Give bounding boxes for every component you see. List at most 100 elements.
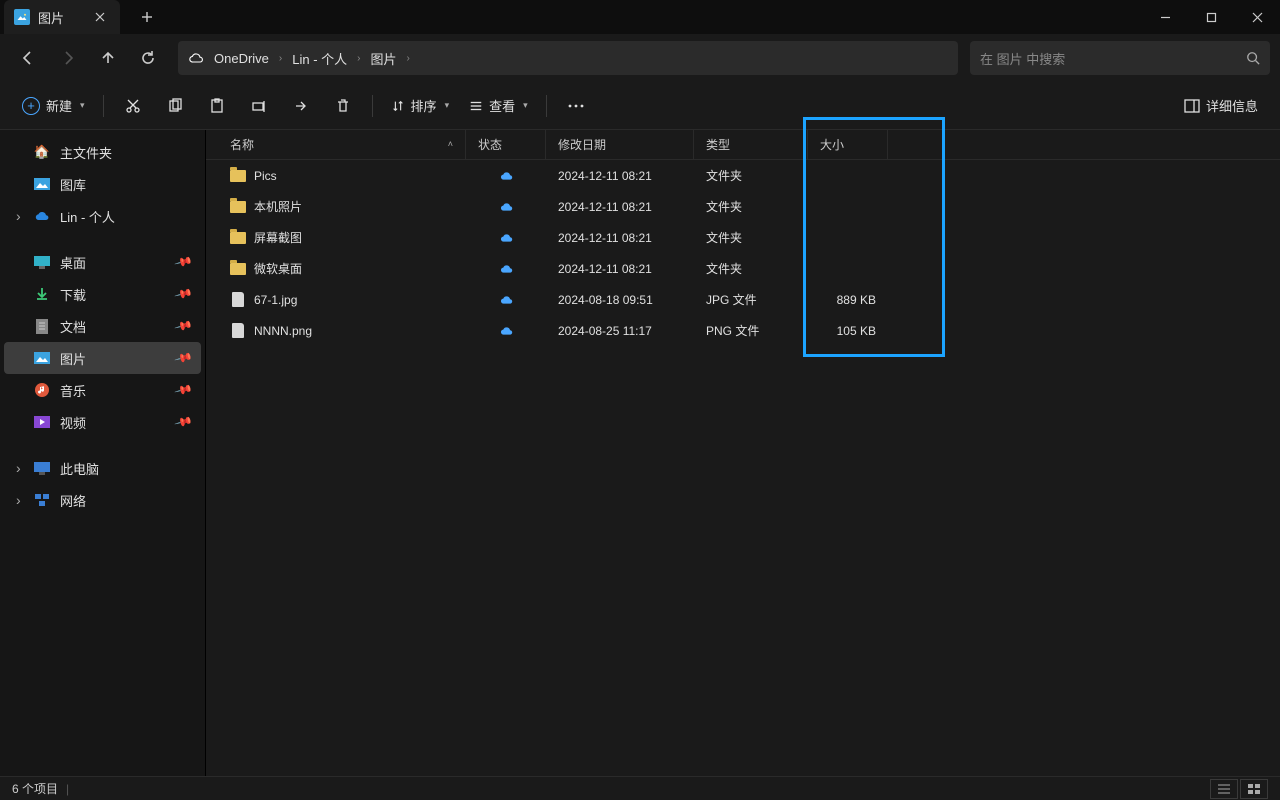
file-type-cell: 文件夹 [694,191,808,222]
sidebar-lin-personal[interactable]: Lin - 个人 [4,200,201,232]
breadcrumb-item[interactable]: Lin - 个人 [288,47,351,70]
search-placeholder: 在 图片 中搜索 [980,49,1246,68]
breadcrumb-item[interactable]: 图片 [367,47,401,70]
file-row[interactable]: NNNN.png2024-08-25 11:17PNG 文件105 KB [206,315,1280,346]
breadcrumb-item[interactable]: OneDrive [210,49,273,68]
sidebar: 🏠主文件夹 图库 Lin - 个人 桌面📌 下载📌 文档📌 图片📌 音乐📌 视频… [0,130,206,776]
file-size-cell [808,222,888,253]
sort-label: 排序 [411,96,437,115]
pin-icon: 📌 [174,316,194,336]
cloud-status-icon [499,264,514,274]
delete-button[interactable] [324,89,362,123]
new-tab-button[interactable] [130,0,164,34]
up-button[interactable] [90,40,126,76]
pin-icon: 📌 [174,252,194,272]
file-status-cell [466,315,546,346]
main-area: 🏠主文件夹 图库 Lin - 个人 桌面📌 下载📌 文档📌 图片📌 音乐📌 视频… [0,130,1280,776]
file-name-cell: Pics [206,160,466,191]
sort-button[interactable]: 排序 ▾ [383,89,458,123]
maximize-button[interactable] [1188,0,1234,34]
column-headers: 名称˄ 状态 修改日期 类型 大小 [206,130,1280,160]
file-status-cell [466,253,546,284]
file-row[interactable]: 67-1.jpg2024-08-18 09:51JPG 文件889 KB [206,284,1280,315]
file-row[interactable]: 屏幕截图2024-12-11 08:21文件夹 [206,222,1280,253]
view-button[interactable]: 查看 ▾ [461,89,536,123]
file-date-cell: 2024-08-18 09:51 [546,284,694,315]
sidebar-pictures[interactable]: 图片📌 [4,342,201,374]
new-label: 新建 [46,96,72,115]
rename-button[interactable] [240,89,278,123]
file-date-cell: 2024-12-11 08:21 [546,253,694,284]
column-status[interactable]: 状态 [466,130,546,159]
breadcrumb[interactable]: OneDrive › Lin - 个人 › 图片 › [178,41,958,75]
pin-icon: 📌 [174,348,194,368]
pictures-icon [14,9,30,25]
chevron-down-icon: ▾ [80,100,85,111]
file-status-cell [466,284,546,315]
file-row[interactable]: 微软桌面2024-12-11 08:21文件夹 [206,253,1280,284]
sort-indicator-icon: ˄ [448,139,453,149]
toolbar-divider [546,95,547,117]
list-view-toggle[interactable] [1210,779,1238,799]
pc-icon [34,460,50,476]
close-tab-button[interactable] [92,9,108,25]
file-name-cell: NNNN.png [206,315,466,346]
new-button[interactable]: + 新建 ▾ [14,89,93,123]
cloud-icon [188,50,204,66]
cut-button[interactable] [114,89,152,123]
details-pane-button[interactable]: 详细信息 [1176,89,1266,123]
pictures-icon [34,350,50,366]
toolbar: + 新建 ▾ 排序 ▾ 查看 ▾ 详细信息 [0,82,1280,130]
details-pane-icon [1184,99,1200,113]
sidebar-music[interactable]: 音乐📌 [4,374,201,406]
file-row[interactable]: Pics2024-12-11 08:21文件夹 [206,160,1280,191]
cloud-status-icon [499,202,514,212]
cloud-status-icon [499,171,514,181]
column-size[interactable]: 大小 [808,130,888,159]
sidebar-videos[interactable]: 视频📌 [4,406,201,438]
share-button[interactable] [282,89,320,123]
file-name-cell: 67-1.jpg [206,284,466,315]
forward-button[interactable] [50,40,86,76]
chevron-right-icon: › [357,53,360,64]
back-button[interactable] [10,40,46,76]
sidebar-network[interactable]: 网络 [4,484,201,516]
sidebar-downloads[interactable]: 下载📌 [4,278,201,310]
network-icon [34,492,50,508]
file-list: 名称˄ 状态 修改日期 类型 大小 Pics2024-12-11 08:21文件… [206,130,1280,776]
folder-icon [230,261,246,277]
window-tab[interactable]: 图片 [4,0,120,34]
cloud-status-icon [499,326,514,336]
search-input[interactable]: 在 图片 中搜索 [970,41,1270,75]
chevron-right-icon: › [407,53,410,64]
sidebar-gallery[interactable]: 图库 [4,168,201,200]
download-icon [34,286,50,302]
statusbar: 6 个项目 | [0,776,1280,800]
music-icon [34,382,50,398]
file-size-cell: 889 KB [808,284,888,315]
file-row[interactable]: 本机照片2024-12-11 08:21文件夹 [206,191,1280,222]
folder-icon [230,199,246,215]
column-name[interactable]: 名称˄ [206,130,466,159]
chevron-down-icon: ▾ [523,100,528,111]
sidebar-home[interactable]: 🏠主文件夹 [4,136,201,168]
sidebar-this-pc[interactable]: 此电脑 [4,452,201,484]
sidebar-documents[interactable]: 文档📌 [4,310,201,342]
pin-icon: 📌 [174,284,194,304]
grid-view-toggle[interactable] [1240,779,1268,799]
document-icon [34,318,50,334]
folder-icon [230,168,246,184]
minimize-button[interactable] [1142,0,1188,34]
paste-button[interactable] [198,89,236,123]
column-date[interactable]: 修改日期 [546,130,694,159]
file-status-cell [466,160,546,191]
close-window-button[interactable] [1234,0,1280,34]
sidebar-desktop[interactable]: 桌面📌 [4,246,201,278]
search-icon [1246,51,1260,65]
file-date-cell: 2024-12-11 08:21 [546,222,694,253]
copy-button[interactable] [156,89,194,123]
more-button[interactable] [557,89,595,123]
column-type[interactable]: 类型 [694,130,808,159]
refresh-button[interactable] [130,40,166,76]
file-status-cell [466,222,546,253]
